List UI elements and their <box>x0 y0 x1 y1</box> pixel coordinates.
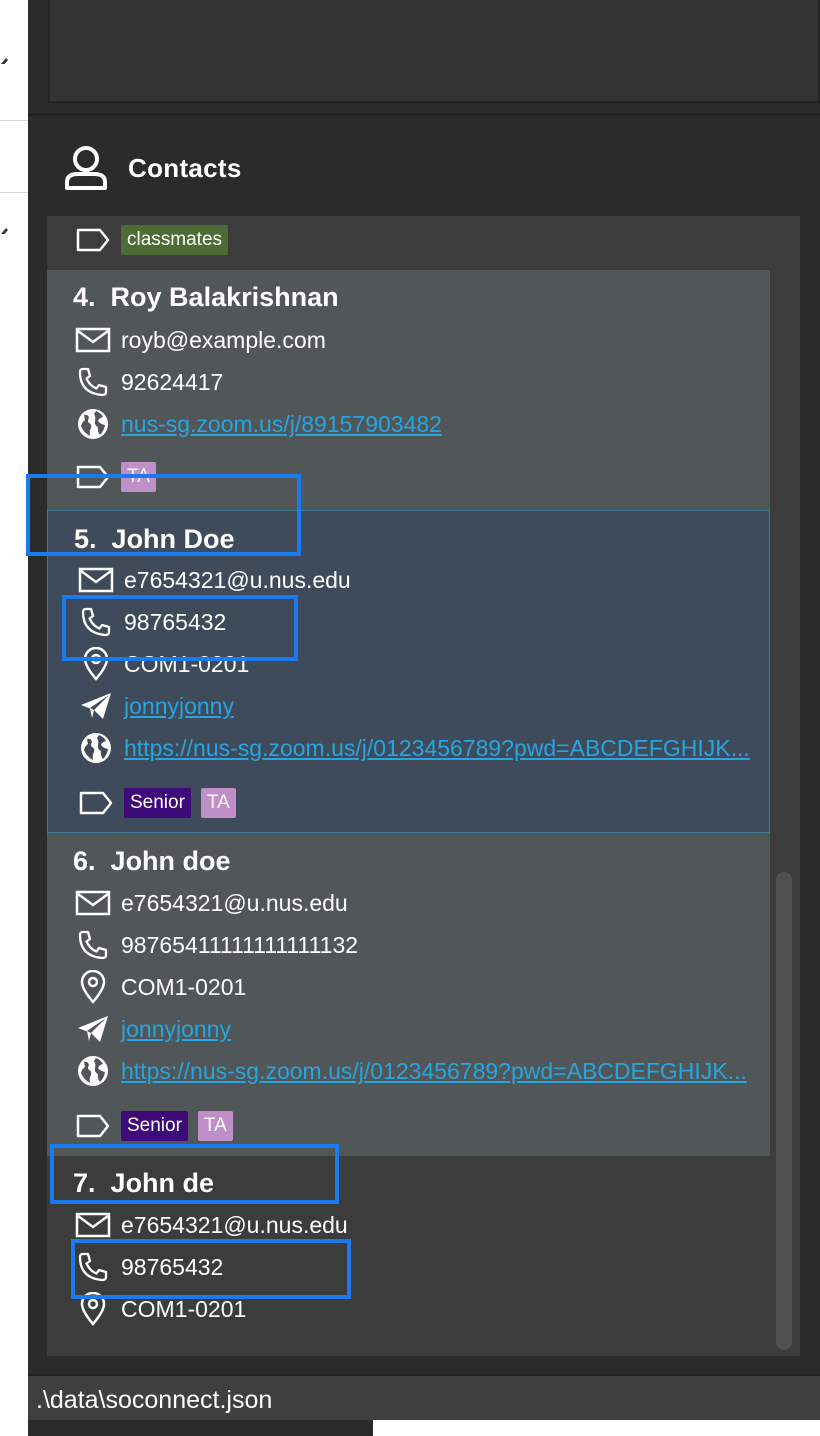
left-background-strip <box>0 0 28 1436</box>
email-row: e7654321@u.nus.edu <box>78 563 351 597</box>
person-icon <box>65 146 107 190</box>
telegram-row: jonnyjonny <box>75 1012 231 1046</box>
email-text: royb@example.com <box>121 326 326 353</box>
address-text: COM1-0201 <box>121 1295 247 1322</box>
contact-index: 6. <box>73 846 96 876</box>
globe-icon <box>75 1054 111 1088</box>
phone-text: 98765411111111111132 <box>121 931 359 958</box>
tag-icon <box>78 786 114 820</box>
contact-name: 4. Roy Balakrishnan <box>73 282 339 313</box>
telegram-icon <box>78 689 114 723</box>
mail-icon <box>75 323 111 357</box>
tag-ta: TA <box>197 1111 233 1141</box>
zoom-link[interactable]: https://nus-sg.zoom.us/j/0123456789?pwd=… <box>121 1058 747 1085</box>
zoom-row: https://nus-sg.zoom.us/j/0123456789?pwd=… <box>78 731 750 765</box>
phone-icon <box>75 365 111 399</box>
highlight-box <box>62 595 298 661</box>
email-row: royb@example.com <box>75 323 326 357</box>
phone-text: 92624417 <box>121 368 224 395</box>
status-bar-path: .\data\soconnect.json <box>36 1386 273 1414</box>
email-row: e7654321@u.nus.edu <box>75 1208 348 1242</box>
command-result-box <box>48 0 820 103</box>
tag-classmates: classmates <box>121 225 229 255</box>
contact-name-text: John doe <box>110 846 231 876</box>
telegram-link[interactable]: jonnyjonny <box>124 693 234 720</box>
phone-row: 98765411111111111132 <box>75 928 358 962</box>
email-row: e7654321@u.nus.edu <box>75 886 348 920</box>
email-text: e7654321@u.nus.edu <box>124 566 351 593</box>
edit-pencil-icon <box>1 58 8 64</box>
email-text: e7654321@u.nus.edu <box>121 1211 348 1238</box>
globe-icon <box>75 407 111 441</box>
telegram-row: jonnyjonny <box>78 689 234 723</box>
zoom-link[interactable]: nus-sg.zoom.us/j/89157903482 <box>121 411 442 438</box>
tag-row: Senior TA <box>78 786 236 820</box>
zoom-row: https://nus-sg.zoom.us/j/0123456789?pwd=… <box>75 1054 747 1088</box>
email-text: e7654321@u.nus.edu <box>121 889 348 916</box>
location-pin-icon <box>75 970 111 1004</box>
contact-card-partial[interactable]: classmates <box>47 216 770 270</box>
edit-pencil-icon <box>1 228 8 234</box>
contacts-title: Contacts <box>128 152 242 183</box>
mail-icon <box>75 886 111 920</box>
highlight-box <box>71 1239 351 1299</box>
tag-senior: Senior <box>121 1111 188 1141</box>
bottom-dark-strip <box>28 1420 373 1436</box>
mail-icon <box>78 563 114 597</box>
contact-card[interactable]: 6. John doe e7654321@u.nus.edu 987654111… <box>47 833 770 1156</box>
tag-icon <box>75 1109 111 1143</box>
zoom-row: nus-sg.zoom.us/j/89157903482 <box>75 407 442 441</box>
telegram-link[interactable]: jonnyjonny <box>121 1016 231 1043</box>
tag-row: Senior TA <box>75 1109 233 1143</box>
tag-senior: Senior <box>124 788 191 818</box>
scrollbar-thumb[interactable] <box>776 872 792 1350</box>
panel-divider <box>28 113 820 116</box>
mail-icon <box>75 1208 111 1242</box>
highlight-box <box>50 1144 339 1204</box>
contact-name-text: Roy Balakrishnan <box>110 282 339 312</box>
globe-icon <box>78 731 114 765</box>
address-row: COM1-0201 <box>75 970 246 1004</box>
contact-index: 4. <box>73 282 96 312</box>
contact-card-selected[interactable]: 5. John Doe e7654321@u.nus.edu 98765432 … <box>47 510 770 833</box>
telegram-icon <box>75 1012 111 1046</box>
phone-icon <box>75 928 111 962</box>
address-text: COM1-0201 <box>121 973 247 1000</box>
contacts-header: Contacts <box>60 140 242 196</box>
tag-icon <box>75 223 111 257</box>
phone-row: 92624417 <box>75 365 223 399</box>
contact-name: 6. John doe <box>73 846 231 877</box>
zoom-link[interactable]: https://nus-sg.zoom.us/j/0123456789?pwd=… <box>124 735 750 762</box>
highlight-box <box>26 474 301 556</box>
tag-ta: TA <box>200 788 236 818</box>
